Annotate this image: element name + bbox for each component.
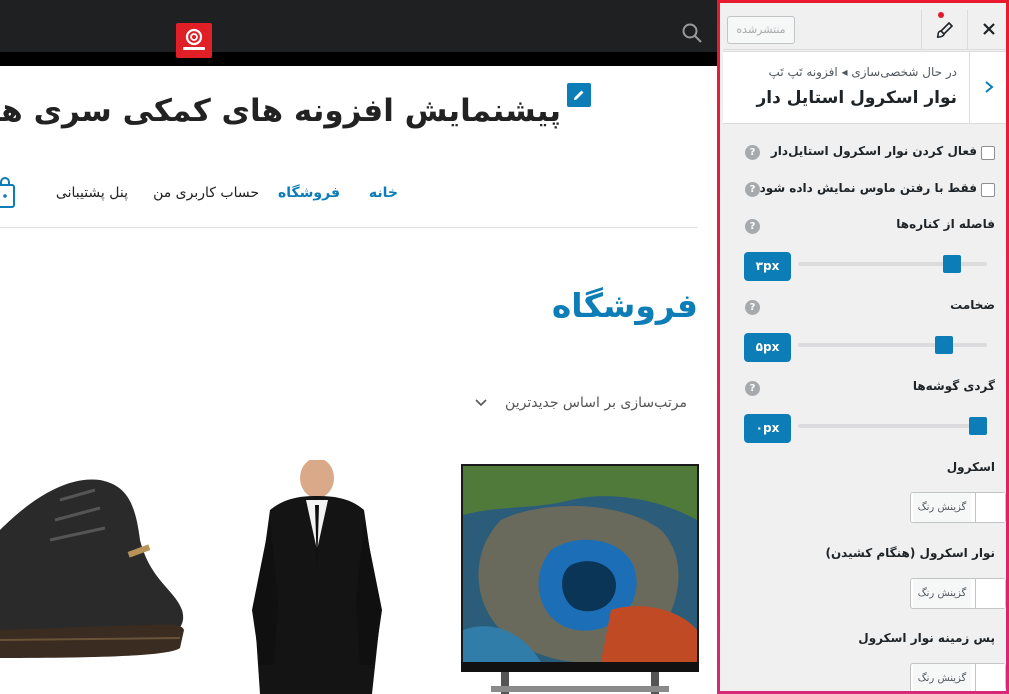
nav-my-account[interactable]: حساب کاربری من (153, 185, 259, 201)
enable-styled-scrollbar-label[interactable]: فعال کردن نوار اسکرول استایل‌دار (771, 144, 977, 158)
hover-only-checkbox[interactable] (981, 183, 995, 197)
nav-support-panel[interactable]: پنل پشتیبانی (56, 185, 128, 201)
thickness-value[interactable]: ۵px (744, 333, 791, 362)
help-icon[interactable]: ? (745, 381, 760, 396)
color-swatch (975, 579, 1005, 608)
section-header: در حال شخصی‌سازی ◂ افزونه تَپ تَپ نوار ا… (723, 51, 1006, 124)
back-button[interactable] (969, 52, 1006, 123)
product-image-shoe[interactable] (0, 460, 190, 694)
help-icon[interactable]: ? (745, 219, 760, 234)
corner-radius-label: گردی گوشه‌ها (912, 379, 995, 393)
help-icon[interactable]: ? (745, 145, 760, 160)
thickness-label: ضخامت (950, 298, 995, 312)
chevron-down-icon[interactable] (474, 396, 488, 410)
product-image-suit[interactable] (230, 460, 410, 694)
choose-color-label: گزینش رنگ (913, 664, 971, 691)
help-icon[interactable]: ? (745, 182, 760, 197)
margin-value[interactable]: ۳px (744, 252, 791, 281)
margin-label: فاصله از کناره‌ها (896, 217, 995, 231)
close-icon (983, 23, 995, 35)
site-preview: پیشنمایش افزونه های کمکی سری هشتم خانه ف… (0, 0, 717, 694)
customizer-panel: منتشرشده در حال شخصی‌سازی ◂ افزونه تَپ ت… (717, 0, 1009, 694)
site-title[interactable]: پیشنمایش افزونه های کمکی سری هشتم (0, 93, 561, 129)
nav-divider (0, 227, 698, 228)
product-image-tv[interactable] (461, 460, 699, 694)
corner-radius-slider-thumb[interactable] (969, 417, 987, 435)
preview-devices-button[interactable] (921, 10, 967, 50)
choose-color-label: گزینش رنگ (913, 493, 971, 522)
color-swatch (975, 493, 1005, 522)
page-title: فروشگاه (551, 286, 698, 325)
chevron-right-icon (985, 81, 994, 93)
background-color-picker[interactable]: گزینش رنگ (910, 663, 1006, 691)
close-customizer-button[interactable] (967, 10, 1006, 50)
breadcrumb: در حال شخصی‌سازی ◂ افزونه تَپ تَپ (768, 65, 957, 79)
margin-slider-thumb[interactable] (943, 255, 962, 273)
scroll-color-label: اسکرول (946, 460, 995, 474)
enable-styled-scrollbar-checkbox[interactable] (981, 146, 995, 160)
section-title: نوار اسکرول استایل دار (756, 88, 958, 108)
publish-button[interactable]: منتشرشده (727, 16, 795, 44)
customizer-header: منتشرشده (723, 10, 1006, 50)
nav-home[interactable]: خانه (369, 185, 398, 201)
scroll-color-picker[interactable]: گزینش رنگ (910, 492, 1006, 523)
notification-dot (938, 12, 944, 18)
search-icon[interactable] (681, 22, 703, 44)
corner-radius-slider-track[interactable] (798, 424, 987, 428)
color-swatch (975, 664, 1005, 691)
nav-shop[interactable]: فروشگاه (278, 185, 340, 201)
sort-select[interactable]: مرتب‌سازی بر اساس جدیدترین (505, 395, 687, 411)
cart-icon[interactable] (0, 177, 18, 209)
corner-radius-value[interactable]: ۰px (744, 414, 791, 443)
thickness-slider-track[interactable] (798, 343, 987, 347)
site-header (0, 0, 717, 66)
customizer-panel-inner: منتشرشده در حال شخصی‌سازی ◂ افزونه تَپ ت… (723, 6, 1006, 691)
choose-color-label: گزینش رنگ (913, 579, 971, 608)
background-color-label: پس زمینه نوار اسکرول (858, 631, 995, 645)
edit-shortcut-pencil-icon[interactable] (567, 83, 591, 107)
hover-only-label[interactable]: فقط با رفتن ماوس نمایش داده شود (760, 181, 977, 195)
drag-color-picker[interactable]: گزینش رنگ (910, 578, 1006, 609)
brush-icon (936, 21, 954, 38)
help-icon[interactable]: ? (745, 300, 760, 315)
site-logo[interactable] (176, 23, 212, 58)
drag-color-label: نوار اسکرول (هنگام کشیدن) (825, 546, 995, 560)
thickness-slider-thumb[interactable] (934, 336, 953, 354)
